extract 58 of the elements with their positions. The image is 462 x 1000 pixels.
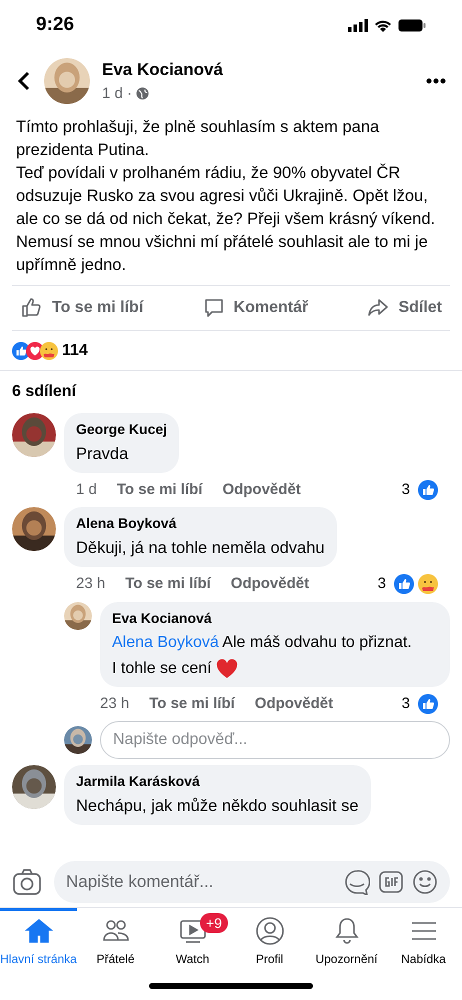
comment-time: 23 h: [76, 574, 106, 594]
mention-link[interactable]: Alena Boyková: [112, 634, 219, 650]
share-count[interactable]: 6 sdílení: [12, 380, 76, 404]
comment-box[interactable]: Napište komentář...: [54, 860, 450, 902]
sticker-icon[interactable]: [344, 868, 370, 894]
share-button[interactable]: Sdílet: [362, 296, 446, 320]
reply-link[interactable]: Odpovědět: [254, 692, 334, 715]
like-button[interactable]: To se mi líbí: [16, 296, 148, 320]
comment-button[interactable]: Komentář: [198, 296, 312, 320]
status-time: 9:26: [36, 12, 74, 37]
reply-link[interactable]: Odpovědět: [230, 573, 310, 596]
notification-badge: +9: [200, 913, 228, 933]
reaction-count: 3: [402, 480, 410, 500]
post-text: Tímto prohlašuji, že plně souhlasím s aktem pana prezidenta Putina.: [16, 117, 380, 161]
reaction-count[interactable]: 114: [62, 338, 88, 362]
camera-icon[interactable]: [12, 868, 42, 896]
reply-link[interactable]: Odpovědět: [222, 478, 301, 502]
profile-icon: [254, 916, 284, 946]
tab-bar-item[interactable]: Přátelé: [77, 908, 154, 972]
comment-text: Alena Boyková Ale máš odvahu to přiznat.: [112, 632, 413, 652]
comment-time: 23 h: [100, 694, 130, 714]
emoji-icon[interactable]: [412, 868, 438, 894]
tab-bar-item[interactable]: Nabídka: [385, 908, 462, 972]
hug-reaction-icon: [418, 574, 438, 594]
comment-text: Děkuji, já na tohle neměla odvahu: [76, 538, 325, 560]
tab-bar-item[interactable]: Hlavní stránka: [0, 908, 77, 972]
globe-icon: [136, 87, 150, 100]
comment-text: I tohle se cení: [112, 658, 212, 678]
comment-author[interactable]: George Kucej: [76, 419, 168, 440]
back-icon[interactable]: [16, 70, 32, 92]
comment-time: 1 d: [76, 480, 97, 500]
post-time: 1 d ·: [102, 84, 132, 104]
like-link[interactable]: To se mi líbí: [125, 573, 211, 596]
wifi-icon: [374, 18, 392, 32]
like-reaction-icon: [418, 694, 438, 714]
more-icon[interactable]: [426, 78, 446, 84]
signal-icon: [348, 18, 368, 32]
tab-bar-item[interactable]: Upozornění: [308, 908, 385, 972]
reply-field[interactable]: Napište odpověď...: [100, 721, 450, 759]
post-text: Teď povídali v prolhaném rádiu, že 90% obyvatel ČR odsuzuje Rusko za svou agresi vůči Ukrajině. Opět lžou, ale co se dá od nich čekat, že? Přeji všem krásný víkend. Nemusí se mnou všichni mí přátelé souhlasit ale to mi je upřímně jedno.: [16, 162, 436, 276]
like-link[interactable]: To se mi líbí: [116, 478, 202, 502]
battery-icon: [398, 18, 426, 32]
comment-text: Nechápu, jak může někdo souhlasit se: [76, 796, 358, 817]
like-link[interactable]: To se mi líbí: [149, 692, 235, 715]
reaction-count: 3: [378, 574, 386, 594]
comment-text: Pravda: [76, 444, 130, 465]
reaction-count: 3: [402, 694, 410, 714]
like-reaction-icon: [394, 574, 414, 594]
heart-icon: [216, 658, 238, 678]
comment-author[interactable]: Jarmila Karásková: [76, 771, 358, 792]
gif-icon[interactable]: [378, 868, 404, 894]
tab-bar-item[interactable]: Profil: [231, 908, 308, 972]
comment-author[interactable]: Eva Kocianová: [112, 608, 438, 628]
hug-reaction-icon: [40, 342, 58, 360]
tab-bar-item[interactable]: Watch +9: [154, 908, 231, 972]
comment-author[interactable]: Alena Boyková: [76, 513, 325, 534]
like-reaction-icon: [418, 480, 438, 500]
author-name[interactable]: Eva Kocianová: [102, 57, 223, 82]
